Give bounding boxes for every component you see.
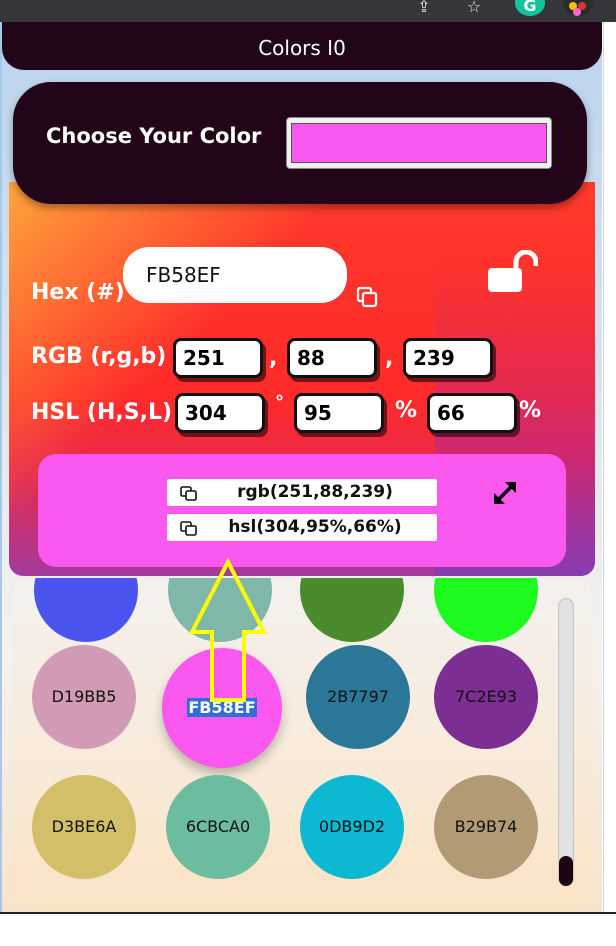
swatch-label: 0DB9D2 [318,817,386,836]
hsl-percent-unit: % [395,398,418,423]
copy-hex-icon[interactable] [355,285,379,313]
color-picker-input[interactable] [286,117,552,169]
swatch-label: B29B74 [454,817,518,836]
hsl-percent-unit: % [519,398,542,423]
rgb-g-input[interactable]: 88 [287,338,377,378]
palette-swatch[interactable] [300,578,404,642]
color-palette: D19BB5 FB58EF 2B7797 7C2E93 D3BE6A 6CBCA… [12,578,592,908]
hsl-l-input[interactable]: 66 [427,393,517,433]
palette-scrollbar-thumb[interactable] [559,856,573,886]
expand-icon[interactable] [490,478,520,512]
swatch-label: 6CBCA0 [185,817,251,836]
hsl-s-input[interactable]: 95 [294,393,384,433]
hsl-label: HSL (H,S,L) [31,400,173,425]
swatch-label: D19BB5 [51,687,117,706]
swatch-label: D3BE6A [51,817,117,836]
palette-swatch[interactable]: D3BE6A [32,775,136,879]
color-extension-icon[interactable] [563,0,593,16]
palette-swatch[interactable]: 0DB9D2 [300,775,404,879]
choose-color-label: Choose Your Color [46,124,262,148]
palette-swatch[interactable]: B29B74 [434,775,538,879]
page-background-edge [603,22,616,912]
palette-swatch[interactable] [434,578,538,642]
palette-swatch[interactable]: 2B7797 [306,645,410,749]
hex-label: Hex (#) [31,280,125,305]
swatch-label: 7C2E93 [455,687,517,706]
page-bottom-edge [0,912,616,946]
hsl-degree-unit: ° [275,392,284,413]
color-values-panel: Hex (#) FB58EF RGB (r,g,b) 251 , 88 , 23… [9,182,595,576]
hex-input[interactable]: FB58EF [123,247,347,303]
hsl-format-text: hsl(304,95%,66%) [228,517,402,537]
rgb-separator: , [385,346,394,371]
rgb-b-input[interactable]: 239 [403,338,493,378]
palette-swatch[interactable]: 6CBCA0 [166,775,270,879]
hsl-format-chip[interactable]: hsl(304,95%,66%) [167,514,437,541]
color-picker-swatch[interactable] [291,123,547,163]
swatch-label: 2B7797 [327,687,389,706]
color-chooser-bar: Choose Your Color [13,82,587,204]
share-icon[interactable]: ⇪ [413,0,435,15]
palette-swatch[interactable]: D19BB5 [32,645,136,749]
color-preview: rgb(251,88,239) hsl(304,95%,66%) [38,454,566,567]
rgb-label: RGB (r,g,b) [31,344,167,369]
rgb-separator: , [269,346,278,371]
hsl-h-input[interactable]: 304 [175,393,265,433]
palette-swatch[interactable]: 7C2E93 [434,645,538,749]
rgb-format-chip[interactable]: rgb(251,88,239) [167,479,437,506]
unlock-icon[interactable] [486,249,539,298]
bookmark-star-icon[interactable]: ☆ [463,0,485,15]
browser-toolbar: ⇪ ☆ G [0,0,616,22]
rgb-r-input[interactable]: 251 [173,338,263,378]
extension-popup: Colors I0 Hex (#) FB58EF RGB (r,g,b) 251… [2,22,602,912]
popup-title: Colors I0 [2,22,602,70]
palette-swatch[interactable] [34,578,138,642]
rgb-format-text: rgb(251,88,239) [237,482,393,502]
palette-scrollbar[interactable] [558,598,574,886]
grammarly-extension-icon[interactable]: G [515,0,545,16]
up-arrow-annotation [188,557,268,710]
